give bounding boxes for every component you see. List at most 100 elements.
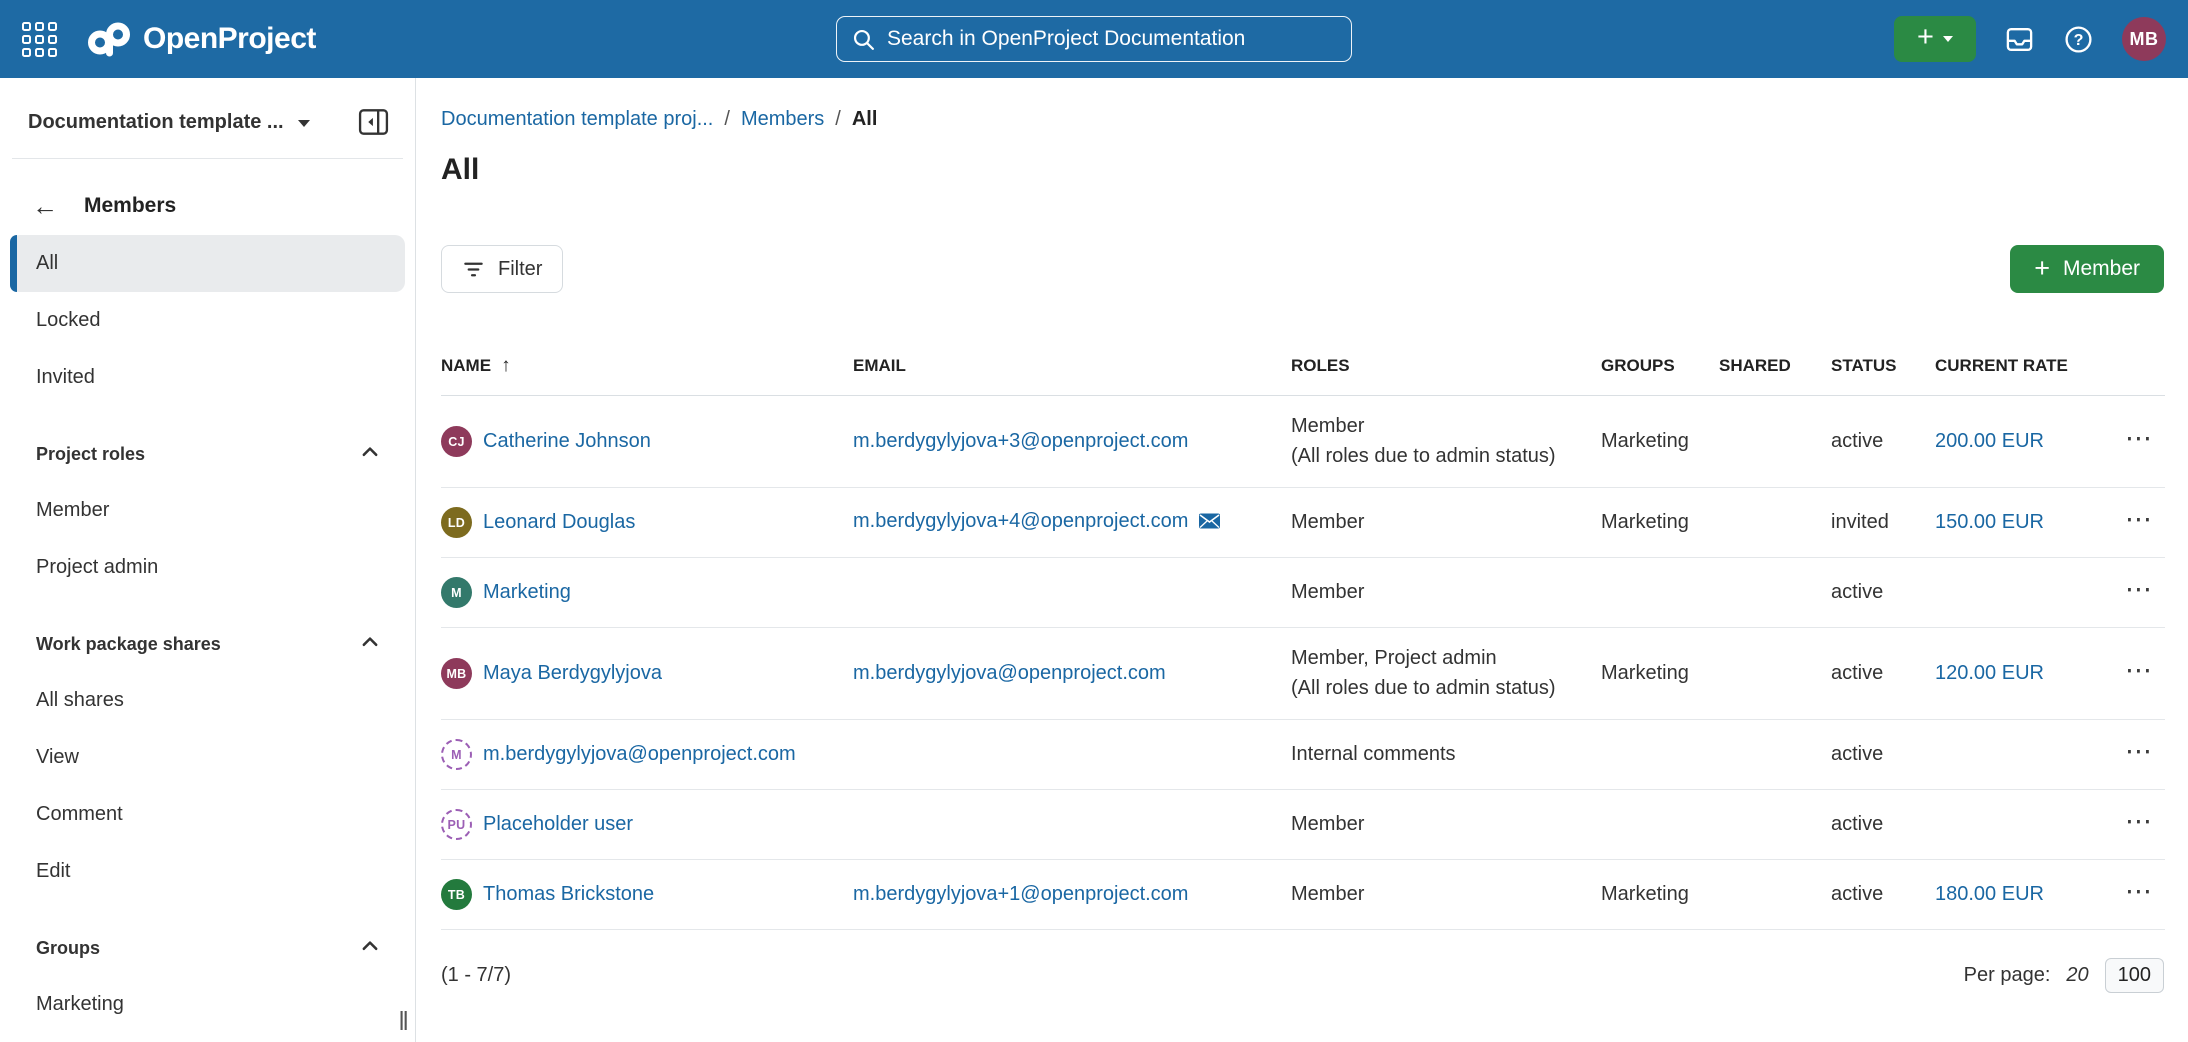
member-groups-cell	[1601, 558, 1719, 628]
member-name-link[interactable]: Maya Berdygylyjova	[483, 662, 662, 685]
sidebar-item-member[interactable]: Member	[10, 482, 405, 539]
back-arrow-icon[interactable]: ←	[32, 193, 58, 219]
sidebar-item-marketing[interactable]: Marketing	[10, 976, 405, 1033]
project-selector[interactable]: Documentation template ...	[28, 111, 310, 134]
member-roles-cell: Member	[1291, 488, 1601, 558]
sidebar-item-view[interactable]: View	[10, 729, 405, 786]
member-rate-link[interactable]: 200.00 EUR	[1935, 430, 2044, 452]
member-name-link[interactable]: Leonard Douglas	[483, 511, 635, 534]
member-email-link[interactable]: m.berdygylyjova@openproject.com	[853, 662, 1166, 684]
member-actions-cell: ⋯	[2085, 396, 2165, 488]
column-header-roles[interactable]: ROLES	[1291, 355, 1601, 396]
member-roles: Member	[1291, 415, 1593, 438]
member-roles: Member, Project admin	[1291, 647, 1593, 670]
member-rate-link[interactable]: 120.00 EUR	[1935, 662, 2044, 684]
collapse-sidebar-button[interactable]	[358, 108, 389, 136]
member-email-link[interactable]: m.berdygylyjova+3@openproject.com	[853, 430, 1188, 452]
sidebar-resize-handle[interactable]: ‖	[398, 1008, 409, 1034]
column-header-email[interactable]: EMAIL	[853, 355, 1291, 396]
quick-add-button[interactable]: +	[1894, 16, 1976, 62]
chevron-up-icon	[361, 633, 379, 656]
add-member-label: Member	[2063, 257, 2140, 281]
waffle-dot	[22, 35, 31, 44]
column-label: ROLES	[1291, 356, 1350, 375]
sidebar-item-project-admin[interactable]: Project admin	[10, 539, 405, 596]
apps-menu-button[interactable]	[22, 22, 57, 57]
column-header-name[interactable]: NAME↑	[441, 355, 853, 396]
member-name-link[interactable]: Marketing	[483, 581, 571, 604]
page-title: All	[441, 153, 2164, 187]
sidebar-section-project-roles[interactable]: Project roles	[36, 434, 379, 474]
openproject-logo[interactable]: OpenProject	[85, 21, 316, 57]
member-email-link[interactable]: m.berdygylyjova+1@openproject.com	[853, 883, 1188, 905]
member-actions-cell: ⋯	[2085, 488, 2165, 558]
member-name-cell: Mm.berdygylyjova@openproject.com	[441, 720, 853, 790]
row-menu-button[interactable]: ⋯	[2125, 883, 2153, 899]
help-button[interactable]: ?	[2063, 24, 2094, 55]
member-name-link[interactable]: m.berdygylyjova@openproject.com	[483, 743, 796, 766]
row-menu-button[interactable]: ⋯	[2125, 511, 2153, 527]
sidebar-item-all-shares[interactable]: All shares	[10, 672, 405, 729]
sidebar-section-work-package-shares[interactable]: Work package shares	[36, 624, 379, 664]
sidebar-item-label: Locked	[36, 309, 101, 332]
per-page-option-20[interactable]: 20	[2066, 964, 2088, 987]
sidebar-section-groups[interactable]: Groups	[36, 928, 379, 968]
logo-text: OpenProject	[143, 22, 316, 56]
member-groups-cell	[1601, 720, 1719, 790]
member-status-cell: active	[1831, 628, 1935, 720]
sidebar-filter-list: All Locked Invited	[0, 235, 415, 406]
member-email-link[interactable]: m.berdygylyjova+4@openproject.com	[853, 510, 1188, 532]
sidebar-item-all[interactable]: All	[10, 235, 405, 292]
member-rate-cell	[1935, 558, 2085, 628]
row-menu-button[interactable]: ⋯	[2125, 743, 2153, 759]
user-avatar[interactable]: MB	[2122, 17, 2166, 61]
member-rate-link[interactable]: 180.00 EUR	[1935, 883, 2044, 905]
column-header-shared[interactable]: SHARED	[1719, 355, 1831, 396]
member-name-wrap: LDLeonard Douglas	[441, 507, 845, 538]
member-roles: Member	[1291, 511, 1593, 534]
member-shared-cell	[1719, 860, 1831, 930]
member-name-link[interactable]: Placeholder user	[483, 813, 633, 836]
column-header-current-rate[interactable]: CURRENT RATE	[1935, 355, 2085, 396]
member-rate-link[interactable]: 150.00 EUR	[1935, 511, 2044, 533]
pagination-range: (1 - 7/7)	[441, 964, 511, 987]
member-groups-cell: Marketing	[1601, 488, 1719, 558]
filter-button[interactable]: Filter	[441, 245, 563, 293]
help-icon: ?	[2063, 24, 2094, 55]
column-header-groups[interactable]: GROUPS	[1601, 355, 1719, 396]
member-name-wrap: TBThomas Brickstone	[441, 879, 845, 910]
member-name-link[interactable]: Catherine Johnson	[483, 430, 651, 453]
avatar: M	[441, 739, 472, 770]
member-roles-cell: Member	[1291, 860, 1601, 930]
table-row: TBThomas Brickstone m.berdygylyjova+1@ope…	[441, 860, 2165, 930]
row-menu-button[interactable]: ⋯	[2125, 813, 2153, 829]
member-name-link[interactable]: Thomas Brickstone	[483, 883, 654, 906]
column-header-status[interactable]: STATUS	[1831, 355, 1935, 396]
sidebar-section-title: Work package shares	[36, 634, 221, 655]
row-menu-button[interactable]: ⋯	[2125, 430, 2153, 446]
per-page-control: Per page: 20100	[1964, 958, 2164, 993]
member-email-cell	[853, 720, 1291, 790]
sidebar-item-invited[interactable]: Invited	[10, 349, 405, 406]
column-label: STATUS	[1831, 356, 1896, 375]
member-actions-cell: ⋯	[2085, 790, 2165, 860]
waffle-dot	[22, 48, 31, 57]
per-page-option-100[interactable]: 100	[2105, 958, 2164, 993]
sidebar-item-locked[interactable]: Locked	[10, 292, 405, 349]
search-input[interactable]	[887, 27, 1337, 51]
inbox-icon	[2004, 24, 2035, 55]
notifications-inbox-button[interactable]	[2004, 24, 2035, 55]
row-menu-button[interactable]: ⋯	[2125, 581, 2153, 597]
row-menu-button[interactable]: ⋯	[2125, 662, 2153, 678]
chevron-up-icon	[361, 633, 379, 651]
breadcrumb-item-documentation-template-proj-[interactable]: Documentation template proj...	[441, 108, 713, 131]
member-email-cell	[853, 790, 1291, 860]
member-roles-cell: Member	[1291, 558, 1601, 628]
member-name-cell: LDLeonard Douglas	[441, 488, 853, 558]
add-member-button[interactable]: + Member	[2010, 245, 2164, 293]
breadcrumb-item-all: All	[852, 108, 878, 131]
sidebar-item-edit[interactable]: Edit	[10, 843, 405, 900]
breadcrumb-item-members[interactable]: Members	[741, 108, 824, 131]
sidebar-item-comment[interactable]: Comment	[10, 786, 405, 843]
openproject-logo-mark	[85, 21, 133, 57]
